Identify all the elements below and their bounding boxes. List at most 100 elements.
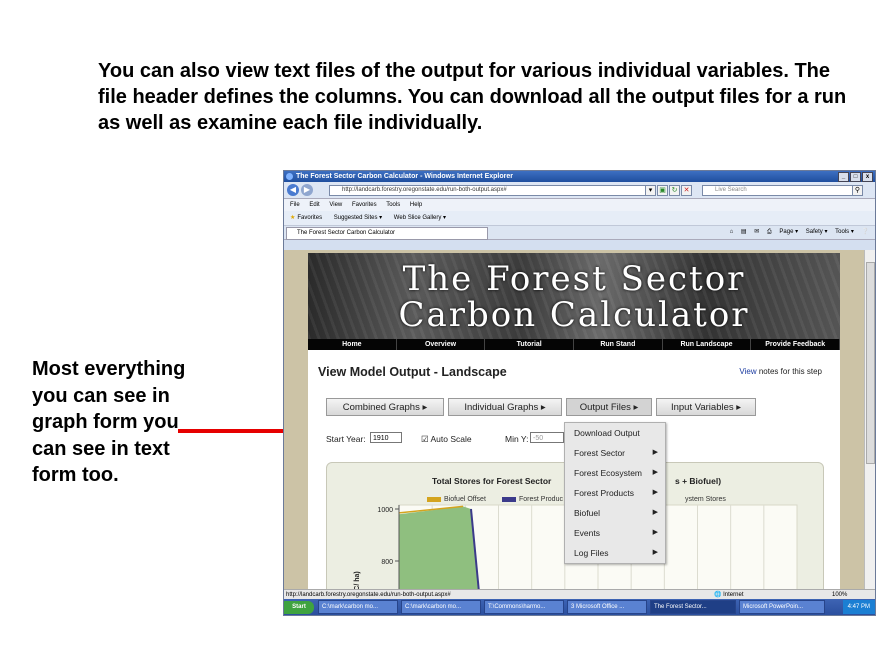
window-titlebar: The Forest Sector Carbon Calculator - Wi… [284,171,875,182]
menu-item-biofuel[interactable]: Biofuel ▶ [565,503,665,523]
forward-arrow-icon[interactable]: ▶ [301,184,313,196]
intro-text: You can also view text files of the outp… [98,60,847,134]
start-button[interactable]: Start [284,600,314,614]
side-note-text: Most everything you can see in graph for… [32,358,186,486]
chevron-right-icon: ▶ [652,549,658,556]
home-icon[interactable]: ⌂ [730,229,734,235]
menu-item-label: Forest Ecosystem [574,468,643,478]
individual-graphs-button[interactable]: Individual Graphs ▸ [448,398,562,416]
command-tools[interactable]: Tools ▾ [835,229,854,235]
compat-icon[interactable]: ▣ [657,185,668,196]
y-tick-label: 800 [381,559,393,566]
back-arrow-icon[interactable]: ◀ [287,184,299,196]
address-bar: ◀ ▶ http://landcarb.forestry.oregonstate… [284,182,875,199]
input-variables-button[interactable]: Input Variables ▸ [656,398,756,416]
menu-bar: File Edit View Favorites Tools Help [284,199,875,211]
site-nav: Home Overview Tutorial Run Stand Run Lan… [308,339,841,350]
dropdown-icon[interactable]: ▾ [645,185,656,196]
mail-icon[interactable]: ✉ [754,229,759,235]
menu-item-label: Biofuel [574,508,600,518]
task-button[interactable]: T:\Commons\harmo... [484,600,564,614]
task-button[interactable]: 3 Microsoft Office ... [567,600,647,614]
refresh-icon[interactable]: ↻ [669,185,680,196]
site-banner: The Forest Sector Carbon Calculator [308,253,840,339]
nav-run-stand[interactable]: Run Stand [574,339,663,350]
vertical-scrollbar[interactable] [864,250,875,589]
nav-home[interactable]: Home [308,339,397,350]
chevron-right-icon: ▶ [652,469,658,476]
start-year-label: Start Year: [326,434,366,444]
chevron-right-icon: ▶ [652,489,658,496]
menu-favorites[interactable]: Favorites [352,202,377,208]
y-tick-label: 1000 [377,507,393,514]
favorites-button[interactable]: Favorites [297,215,322,221]
banner-title-line2: Carbon Calculator [398,295,750,335]
menu-item-label: Forest Sector [574,448,626,458]
url-field[interactable]: http://landcarb.forestry.oregonstate.edu… [329,185,653,196]
command-safety[interactable]: Safety ▾ [806,229,828,235]
min-y-label: Min Y: [505,434,529,444]
task-button[interactable]: Microsoft PowerPoin... [739,600,825,614]
search-input[interactable]: Live Search [702,185,856,196]
menu-item-forest-products[interactable]: Forest Products ▶ [565,483,665,503]
view-notes: View notes for this step [739,367,822,376]
close-button[interactable]: x [862,172,873,182]
output-files-button[interactable]: Output Files ▸ [566,398,652,416]
chevron-right-icon: ▶ [652,449,658,456]
menu-item-download-output[interactable]: Download Output [565,423,665,443]
stop-icon[interactable]: ✕ [681,185,692,196]
favorites-star-icon: ★ [290,215,296,221]
start-year-field[interactable]: 1910 [370,432,402,443]
menu-help[interactable]: Help [410,202,422,208]
nav-run-landscape[interactable]: Run Landscape [663,339,752,350]
output-files-menu: Download Output Forest Sector ▶ Forest Ecos… [564,422,666,564]
task-button[interactable]: C:\mark\carbon mo... [401,600,481,614]
tab-forest-calculator[interactable]: The Forest Sector Carbon Calculator [286,227,488,240]
menu-tools[interactable]: Tools [386,202,400,208]
ie-icon [286,173,293,180]
combined-graphs-button[interactable]: Combined Graphs ▸ [326,398,444,416]
nav-tutorial[interactable]: Tutorial [485,339,575,350]
browser-window: The Forest Sector Carbon Calculator - Wi… [283,170,876,616]
search-icon[interactable]: ⚲ [852,185,863,196]
suggested-sites-link[interactable]: Suggested Sites ▾ [334,215,382,221]
menu-item-forest-sector[interactable]: Forest Sector ▶ [565,443,665,463]
command-page[interactable]: Page ▾ [779,229,798,235]
chevron-right-icon: ▶ [652,509,658,516]
print-icon[interactable]: ⎙ [767,229,772,235]
nav-overview[interactable]: Overview [397,339,486,350]
task-button[interactable]: C:\mark\carbon mo... [318,600,398,614]
y-axis-label: C/ ha) [354,571,361,589]
auto-scale-checkbox[interactable]: ☑ Auto Scale [421,434,472,445]
menu-item-forest-ecosystem[interactable]: Forest Ecosystem ▶ [565,463,665,483]
min-y-field[interactable]: -50 [530,432,564,443]
favorites-bar: ★ Favorites Suggested Sites ▾ Web Slice G… [284,211,875,226]
menu-view[interactable]: View [329,202,342,208]
menu-item-log-files[interactable]: Log Files ▶ [565,543,665,563]
window-title: The Forest Sector Carbon Calculator - Wi… [296,173,513,180]
maximize-button[interactable]: □ [850,172,861,182]
status-url: http://landcarb.forestry.oregonstate.edu… [286,592,451,598]
menu-file[interactable]: File [290,202,300,208]
banner-title-line1: The Forest Sector [402,259,746,299]
menu-item-label: Events [574,528,600,538]
help-icon[interactable]: ❔ [862,229,869,235]
nav-provide-feedback[interactable]: Provide Feedback [751,339,841,350]
task-button[interactable]: The Forest Sector... [650,600,736,614]
minimize-button[interactable]: _ [838,172,849,182]
menu-item-label: Download Output [574,428,640,438]
page-title: View Model Output - Landscape [318,365,507,379]
view-notes-link[interactable]: View [739,367,756,376]
web-slice-gallery-link[interactable]: Web Slice Gallery ▾ [394,215,446,221]
tab-bar: The Forest Sector Carbon Calculator ⌂ ▤ … [284,226,875,240]
menu-item-events[interactable]: Events ▶ [565,523,665,543]
menu-edit[interactable]: Edit [309,202,319,208]
feeds-icon[interactable]: ▤ [741,229,747,235]
view-notes-text: notes for this step [756,367,822,376]
chevron-right-icon: ▶ [652,529,658,536]
taskbar: Start C:\mark\carbon mo... C:\mark\carbo… [284,599,875,615]
clock: 4:47 PM [842,600,875,614]
auto-scale-label: Auto Scale [430,434,472,444]
ecosystem-area [399,506,479,589]
menu-item-label: Log Files [574,548,609,558]
